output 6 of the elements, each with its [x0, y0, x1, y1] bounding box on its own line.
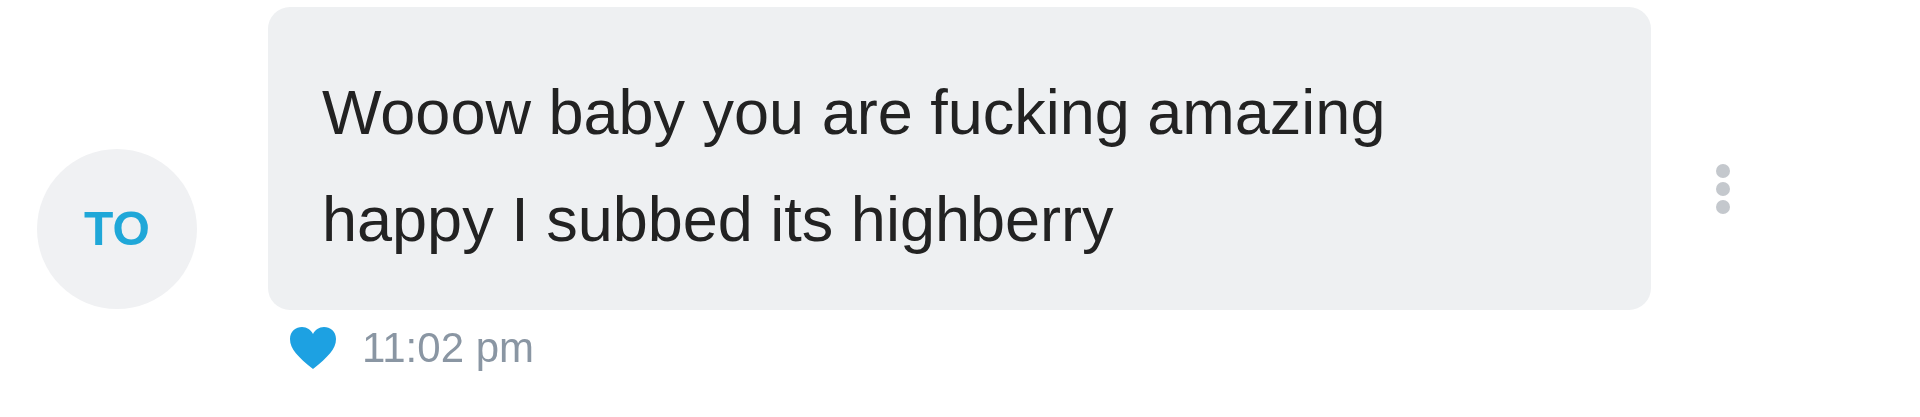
avatar[interactable]: TO — [37, 148, 197, 309]
more-options-icon[interactable] — [1715, 162, 1731, 215]
heart-icon[interactable] — [288, 325, 338, 371]
message-text: happy I subbed its highberry — [322, 183, 1114, 256]
message-text: Wooow baby you are fucking amazing — [322, 76, 1386, 149]
timestamp: 11:02 pm — [362, 324, 534, 372]
